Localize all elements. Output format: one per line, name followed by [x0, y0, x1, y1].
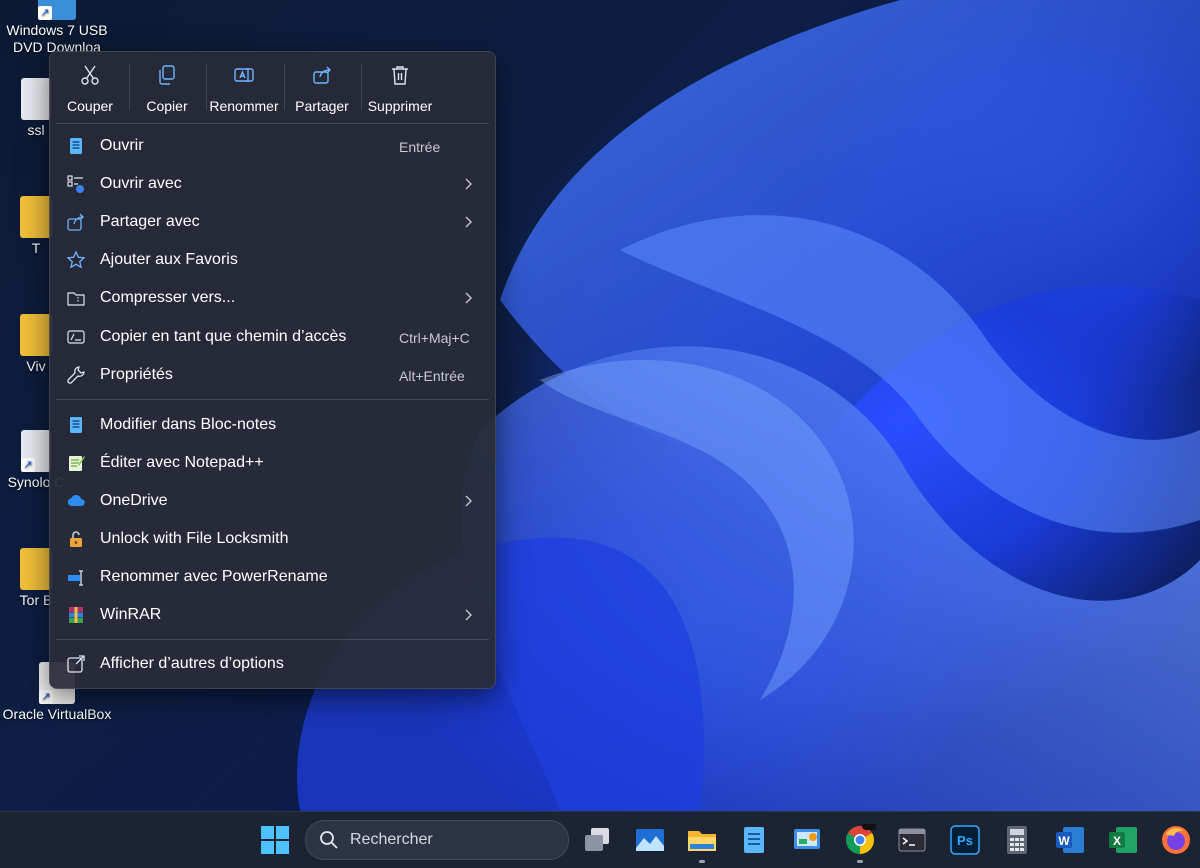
shortcut-icon: ↗ [21, 430, 51, 472]
file-explorer-icon [688, 831, 716, 851]
scissors-icon [58, 64, 122, 90]
search-input[interactable]: Rechercher [305, 820, 569, 860]
running-indicator [699, 860, 705, 863]
menu-item-open[interactable]: Ouvrir Entrée [56, 128, 489, 164]
star-icon [66, 250, 86, 270]
chrome-icon [846, 822, 878, 854]
chevron-right-icon [463, 492, 475, 510]
terminal-button[interactable] [896, 824, 928, 856]
delete-button[interactable]: Supprimer [362, 62, 438, 116]
menu-item-open-with[interactable]: Ouvrir avec [56, 166, 489, 202]
desktop-icon-label: Oracle VirtualBox [2, 706, 112, 722]
chevron-right-icon [463, 289, 475, 307]
desktop-icon-windows7-usb[interactable]: ↗ Windows 7 USB DVD Downloa [2, 0, 112, 56]
menu-item-edit-notepad[interactable]: Modifier dans Bloc-notes [56, 407, 489, 443]
folder-icon [20, 548, 52, 590]
excel-icon: X [1109, 827, 1137, 853]
calculator-icon [1007, 826, 1027, 854]
control-panel-icon [794, 829, 820, 849]
open-with-icon [66, 174, 86, 194]
trash-icon [362, 64, 438, 90]
svg-text:X: X [1113, 834, 1121, 848]
context-menu: Couper Copier Renommer Partager Supprime… [49, 51, 496, 689]
firefox-icon [1162, 826, 1190, 854]
divider [56, 639, 489, 640]
menu-item-properties[interactable]: Propriétés Alt+Entrée [56, 357, 489, 393]
menu-item-copy-path[interactable]: Copier en tant que chemin d’accès Ctrl+M… [56, 319, 489, 355]
menu-item-winrar[interactable]: WinRAR [56, 597, 489, 633]
rename-button[interactable]: Renommer [208, 62, 280, 116]
task-view-icon [585, 828, 609, 851]
rename-icon [208, 64, 280, 90]
photoshop-button[interactable]: Ps [949, 824, 981, 856]
folder-icon [20, 314, 52, 356]
running-indicator [857, 860, 863, 863]
excel-button[interactable]: X [1107, 824, 1139, 856]
chrome-button[interactable] [844, 822, 878, 856]
shortcut-icon: ↗ [38, 0, 76, 20]
word-icon: W [1056, 827, 1084, 853]
calculator-button[interactable] [1001, 824, 1033, 856]
control-panel-button[interactable] [791, 824, 823, 856]
photos-button[interactable] [634, 824, 666, 856]
start-button[interactable] [259, 824, 291, 856]
firefox-button[interactable] [1160, 824, 1192, 856]
divider [56, 399, 489, 400]
photoshop-icon: Ps [950, 825, 980, 855]
notepad-icon [66, 415, 86, 435]
document-icon [21, 78, 51, 120]
word-button[interactable]: W [1054, 824, 1086, 856]
zip-folder-icon [66, 288, 86, 308]
cut-button[interactable]: Couper [58, 62, 122, 116]
menu-item-file-locksmith[interactable]: Unlock with File Locksmith [56, 521, 489, 557]
search-icon [319, 830, 339, 855]
chevron-right-icon [463, 175, 475, 193]
photos-icon [636, 829, 664, 851]
notepad-button[interactable] [738, 824, 770, 856]
cloud-icon [66, 491, 86, 511]
menu-item-more-options[interactable]: Afficher d’autres d’options [56, 646, 489, 682]
svg-text:W: W [1058, 834, 1070, 848]
notepad-icon [744, 827, 764, 853]
start-icon [261, 826, 289, 854]
svg-text:Ps: Ps [957, 833, 973, 848]
menu-item-add-favorites[interactable]: Ajouter aux Favoris [56, 242, 489, 278]
lock-icon [66, 529, 86, 549]
menu-item-compress[interactable]: Compresser vers... [56, 280, 489, 316]
divider [56, 123, 489, 124]
notepadpp-icon [66, 453, 86, 473]
share-button[interactable]: Partager [288, 62, 356, 116]
taskbar: Rechercher Ps W X [0, 811, 1200, 868]
chevron-right-icon [463, 606, 475, 624]
powerrename-icon [66, 567, 86, 587]
share-icon [288, 64, 356, 90]
folder-icon [20, 196, 52, 238]
more-options-icon [66, 654, 86, 674]
menu-item-share-with[interactable]: Partager avec [56, 204, 489, 240]
menu-item-powerrename[interactable]: Renommer avec PowerRename [56, 559, 489, 595]
quick-actions-bar: Couper Copier Renommer Partager Supprime… [50, 52, 495, 122]
terminal-icon [898, 828, 926, 852]
task-view-button[interactable] [581, 824, 613, 856]
file-explorer-button[interactable] [686, 824, 718, 856]
divider [206, 64, 207, 110]
divider [129, 64, 130, 110]
copy-button[interactable]: Copier [134, 62, 200, 116]
winrar-icon [66, 605, 86, 625]
menu-item-edit-notepadpp[interactable]: Éditer avec Notepad++ [56, 445, 489, 481]
wrench-icon [66, 365, 86, 385]
copy-path-icon [66, 327, 86, 347]
menu-item-onedrive[interactable]: OneDrive [56, 483, 489, 519]
share-icon [66, 212, 86, 232]
copy-icon [134, 64, 200, 90]
divider [284, 64, 285, 110]
notepad-icon [66, 136, 86, 156]
chevron-right-icon [463, 213, 475, 231]
